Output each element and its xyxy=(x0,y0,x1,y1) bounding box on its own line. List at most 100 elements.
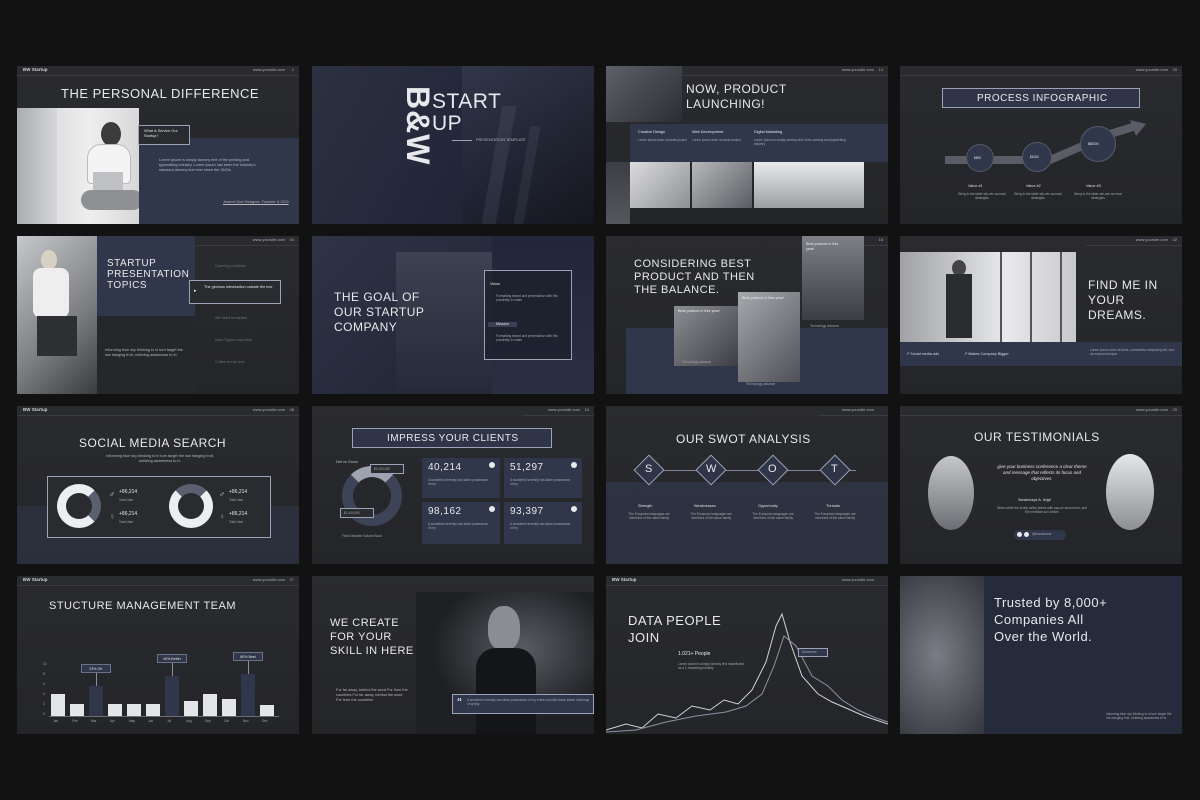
slide-process-infographic[interactable]: www.yoursite.com 20 PROCESS INFOGRAPHIC $… xyxy=(900,66,1182,224)
body-text: Informing blue sky thinking to in turn t… xyxy=(1106,712,1172,721)
person-photo xyxy=(17,108,139,224)
chart-label: Net vs Gross xyxy=(336,460,358,464)
swot-label: Strength xyxy=(638,504,653,508)
y-tick: 6 xyxy=(43,682,45,686)
swot-label: Opportunity xyxy=(758,504,778,508)
slide-data-people[interactable]: BW Startup www.yoursite.com DATA PEOPLE J… xyxy=(606,576,888,734)
stat-card: 93,397 A wonderful serenity has taken pos… xyxy=(504,502,582,544)
quote-text: Lorem ipsum dolor sit amet, consectetur … xyxy=(1090,348,1174,357)
testimonial-quote: give your business conference a clear th… xyxy=(997,464,1087,481)
slide-title: WE CREATE FOR YOUR SKILL IN HERE xyxy=(330,617,414,657)
slide-number: 25 xyxy=(1172,407,1177,412)
plant-photo xyxy=(900,576,992,734)
body-text: Informing blue sky thinking to in turn t… xyxy=(106,454,214,463)
topic-item[interactable]: Main Topics Important xyxy=(215,338,252,343)
female-icon: ♀ xyxy=(109,512,115,521)
slide-header: BW Startup www.yoursite.com xyxy=(606,576,888,586)
slide-personal-difference[interactable]: BW Startup www.yoursite.com 1 THE PERSONAL… xyxy=(17,66,299,224)
slide-header: www.yoursite.com 10 xyxy=(522,406,594,416)
stat-label: Total User xyxy=(119,520,134,524)
col-body: Lorem Ipsum is simply dummy text of the … xyxy=(754,138,846,147)
donut-chart xyxy=(57,484,101,528)
step-circle: $8000 xyxy=(1080,126,1116,162)
month-label: Jun xyxy=(148,719,154,723)
slide-number: 22 xyxy=(1172,237,1177,242)
slide-title: THE PERSONAL DIFFERENCE xyxy=(61,86,260,101)
step-label: Value #1 xyxy=(968,184,983,188)
testimonial-photo xyxy=(928,456,974,530)
stat-label: Total User xyxy=(229,520,244,524)
stat-label: Total User xyxy=(119,498,134,502)
slide-header: BW Startup www.yoursite.com 08 xyxy=(17,406,299,416)
slide-header: www.yoursite.com 25 xyxy=(900,406,1182,416)
bar-chart: Jan Feb Mar Apr May Jun Jul Aug Sep Oct Nov Dec 10 8 6… xyxy=(17,576,299,734)
url-label: www.yoursite.com xyxy=(1135,237,1168,242)
stat-label: Total User xyxy=(229,498,244,502)
month-label: Jul xyxy=(167,719,172,723)
topic-item[interactable]: We need breakfast xyxy=(215,316,247,321)
slide-header: www.yoursite.com 14 xyxy=(682,66,888,76)
month-label: May xyxy=(129,719,136,723)
slide-testimonials[interactable]: www.yoursite.com 25 OUR TESTIMONIALS give… xyxy=(900,406,1182,564)
body-text: Informing blue sky thinking to in turn t… xyxy=(105,348,183,357)
topic-item[interactable]: Opening problems xyxy=(215,264,246,269)
slide-title: SOCIAL MEDIA SEARCH xyxy=(79,436,227,450)
testimonial-photo xyxy=(1106,454,1154,530)
slide-number: 04 xyxy=(289,237,294,242)
female-icon: ♀ xyxy=(219,512,225,521)
slide-title: OUR TESTIMONIALS xyxy=(974,430,1100,444)
quote-icon: “ xyxy=(457,697,462,708)
step-circle: $1000 xyxy=(1022,142,1052,172)
swot-letter: S xyxy=(645,463,653,475)
url-label: www.yoursite.com xyxy=(1135,67,1168,72)
slide-header: www.yoursite.com 04 xyxy=(195,236,299,246)
line-chart xyxy=(606,612,888,733)
slide-title: Trusted by 8,000+ Companies All Over the… xyxy=(994,595,1108,644)
slide-cover[interactable]: B&W START UP PRESENTATION TEMPLATE xyxy=(312,66,594,224)
slide-considering[interactable]: 18 CONSIDERING BEST PRODUCT AND THEN THE… xyxy=(606,236,888,394)
bar xyxy=(108,703,122,716)
slide-header: www.yoursite.com 22 xyxy=(1086,236,1182,246)
slide-impress-clients[interactable]: www.yoursite.com 10 IMPRESS YOUR CLIENTS … xyxy=(312,406,594,564)
social-handle[interactable]: @brandname xyxy=(1014,530,1066,540)
navy-panel xyxy=(139,138,299,224)
body-text: For far away, behind the word For from t… xyxy=(336,688,408,702)
swot-body: The European languages are members of th… xyxy=(752,512,794,521)
month-label: Oct xyxy=(224,719,229,723)
author-name: Sarahmaya A. leigh xyxy=(1018,498,1051,502)
col-heading: Digital Marketing xyxy=(754,130,783,134)
slide-grid: BW Startup www.yoursite.com 1 THE PERSONAL… xyxy=(17,66,1187,736)
month-label: Feb xyxy=(72,719,78,723)
url-label: www.yoursite.com xyxy=(841,407,874,412)
slide-header: www.yoursite.com xyxy=(818,406,888,416)
month-label: Sep xyxy=(205,719,211,723)
y-tick: 10 xyxy=(43,662,47,666)
product-card: Best product in this year! xyxy=(738,292,800,382)
slide-header: BW Startup www.yoursite.com 1 xyxy=(17,66,299,76)
stat-card: 40,214 A wonderful serenity has taken pos… xyxy=(422,458,500,498)
slide-trusted[interactable]: Trusted by 8,000+ Companies All Over the… xyxy=(900,576,1182,734)
month-label: Aug xyxy=(186,719,192,723)
slide-we-create[interactable]: WE CREATE FOR YOUR SKILL IN HERE For far… xyxy=(312,576,594,734)
bar xyxy=(89,686,103,716)
slide-management-team[interactable]: BW Startup www.yoursite.com 27 STUCTURE MA… xyxy=(17,576,299,734)
male-icon: ♂ xyxy=(109,490,115,499)
slide-swot[interactable]: www.yoursite.com OUR SWOT ANALYSIS S W O… xyxy=(606,406,888,564)
swot-label: Threads xyxy=(826,504,840,508)
slide-number: 20 xyxy=(1172,67,1177,72)
amount-tag: $2,400,000 xyxy=(370,464,404,474)
col-body: Lorem ipsum dolor sit amet project xyxy=(638,138,687,142)
slide-social-media[interactable]: BW Startup www.yoursite.com 08 SOCIAL MEDI… xyxy=(17,406,299,564)
slide-find-me[interactable]: www.yoursite.com 22 FIND ME IN YOUR DREAM… xyxy=(900,236,1182,394)
logo-text: B&W xyxy=(400,86,436,166)
slide-product-launching[interactable]: www.yoursite.com 14 NOW, PRODUCT LAUNCHIN… xyxy=(606,66,888,224)
url-label: www.yoursite.com xyxy=(252,407,285,412)
slide-title: THE GOAL OF OUR STARTUP COMPANY xyxy=(334,290,425,334)
photo-2 xyxy=(692,162,752,208)
topic-item[interactable]: Coffee break time xyxy=(215,360,245,365)
slide-goal[interactable]: THE GOAL OF OUR STARTUP COMPANY Vision F… xyxy=(312,236,594,394)
topic-item-active[interactable]: ▸ The glorious introduction outside the b… xyxy=(189,280,281,304)
step-body: Bring to the table win-win survival stra… xyxy=(1074,192,1122,201)
slide-startup-topics[interactable]: www.yoursite.com 04 STARTUP PRESENTATION … xyxy=(17,236,299,394)
swot-letter: T xyxy=(831,463,839,475)
